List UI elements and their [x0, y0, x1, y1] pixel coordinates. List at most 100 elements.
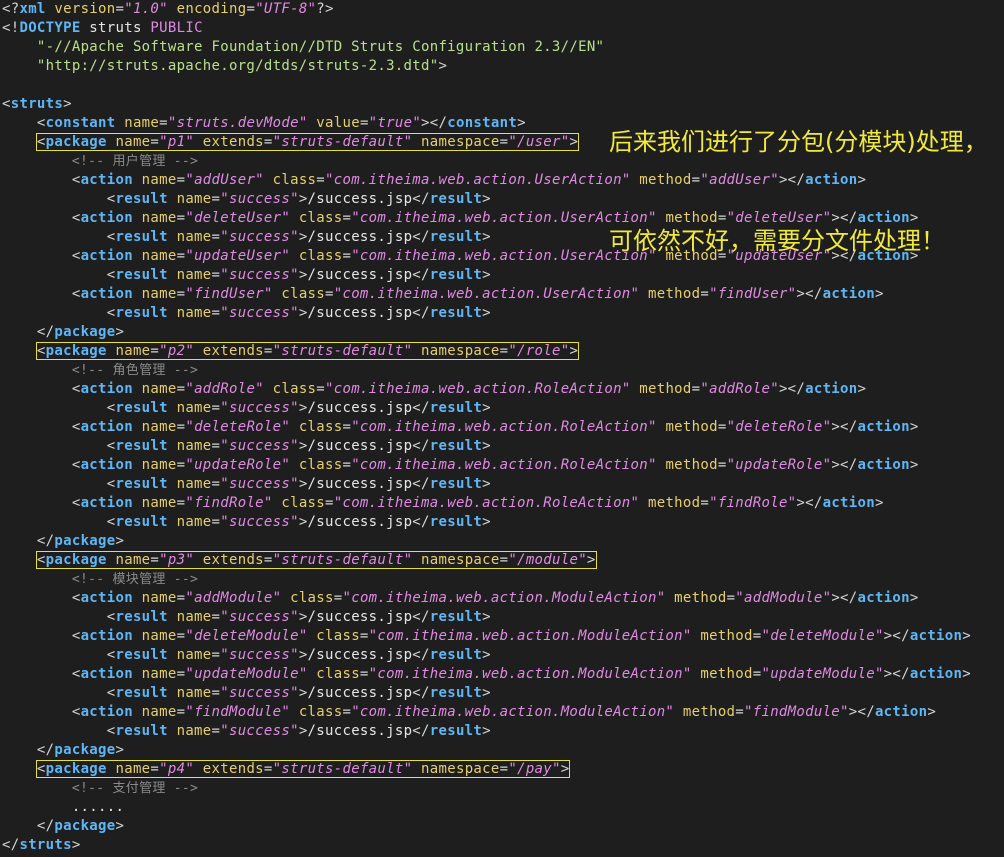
package-highlight-box: <package name="p2" extends="struts-defau…	[35, 342, 580, 360]
code-token-attr: name	[132, 419, 177, 435]
code-token-punc: >	[298, 267, 308, 283]
code-token-attr: name	[167, 229, 212, 245]
code-token-val: "com.itheima.web.action.RoleAction"	[333, 495, 640, 511]
code-token-val: "success"	[220, 229, 299, 245]
code-token-punc: </	[412, 267, 430, 283]
code-token-punc: </	[412, 229, 430, 245]
code-token-tag: action	[80, 210, 133, 226]
code-token-attr: namespace	[412, 134, 500, 150]
code-token-attr: extends	[194, 761, 264, 777]
code-line: <!DOCTYPE struts PUBLIC	[2, 19, 203, 38]
code-line: <result name="success">/success.jsp</res…	[2, 304, 491, 323]
code-token-val: "com.itheima.web.action.RoleAction"	[325, 381, 631, 397]
code-token-punc: =	[325, 495, 334, 511]
code-token-tag: struts	[10, 96, 64, 112]
code-token-val: "deleteUser"	[185, 210, 291, 226]
code-token-attr: method	[665, 590, 727, 606]
code-token-val: "com.itheima.web.action.UserAction"	[333, 286, 640, 302]
code-token-attr: name	[132, 457, 177, 473]
code-token-attr: namespace	[412, 552, 500, 568]
code-token-tag: action	[80, 248, 133, 264]
code-line: <?xml version="1.0" encoding="UTF-8"?>	[2, 0, 334, 19]
code-line: <!-- 角色管理 -->	[2, 361, 198, 380]
code-token-punc: >	[298, 438, 308, 454]
code-token-val: "deleteModule"	[185, 628, 308, 644]
code-token-val: "findModule"	[744, 704, 849, 720]
code-token-punc: </	[36, 533, 55, 549]
code-token-tag: action	[80, 286, 133, 302]
code-line: <result name="success">/success.jsp</res…	[2, 266, 491, 285]
code-token-punc: >	[298, 305, 308, 321]
code-token-tag: action	[80, 590, 133, 606]
code-token-tag: result	[115, 514, 168, 530]
code-token-attr: method	[656, 419, 718, 435]
code-token-tag: result	[115, 438, 168, 454]
code-token-tag: result	[115, 609, 168, 625]
code-token-punc: =	[211, 476, 221, 492]
code-token-attr: name	[167, 305, 212, 321]
code-token-val: "findModule"	[185, 704, 291, 720]
code-token-dq: "http://struts.apache.org/dtds/struts-2.…	[36, 58, 439, 74]
code-token-tag: result	[115, 476, 168, 492]
code-token-attr: name	[132, 381, 177, 397]
code-token-punc: >	[569, 134, 579, 150]
code-line: <struts>	[2, 95, 72, 114]
code-token-val: "com.itheima.web.action.RoleAction"	[351, 419, 657, 435]
code-token-tag: action	[80, 628, 133, 644]
code-line: <package name="p4" extends="struts-defau…	[2, 760, 571, 779]
code-token-punc: >	[298, 609, 308, 625]
code-token-punc: =	[359, 628, 369, 644]
code-token-punc: <	[36, 761, 46, 777]
code-token-tag: result	[115, 229, 168, 245]
code-line: <package name="p2" extends="struts-defau…	[2, 342, 580, 361]
code-token-val: "success"	[220, 267, 299, 283]
code-token-punc: </	[412, 723, 430, 739]
code-token-punc: >	[298, 229, 308, 245]
code-token-tag: result	[429, 438, 483, 454]
code-token-punc: =	[342, 457, 352, 473]
code-token-punc: >	[482, 723, 491, 739]
code-token-tag: action	[909, 666, 963, 682]
code-token-punc: =	[316, 172, 326, 188]
code-token-attr: method	[639, 495, 701, 511]
code-token-punc: =	[211, 438, 221, 454]
code-line: <action name="findRole" class="com.ithei…	[2, 494, 884, 513]
code-token-text: /success.jsp	[307, 267, 413, 283]
code-token-tag: package	[45, 343, 107, 359]
code-token-tag: action	[80, 704, 133, 720]
code-token-punc: >	[874, 495, 884, 511]
code-token-punc: ></	[883, 666, 910, 682]
code-token-punc: </	[412, 476, 430, 492]
code-token-val: "success"	[220, 400, 299, 416]
code-token-comment: <!-- 模块管理 -->	[71, 572, 199, 587]
code-token-attr: class	[290, 210, 343, 226]
code-token-val: "struts.devMode"	[167, 115, 308, 131]
code-token-punc: =	[316, 381, 326, 397]
code-token-attr: method	[674, 704, 736, 720]
code-token-tag: result	[429, 191, 483, 207]
code-line: "-//Apache Software Foundation//DTD Stru…	[2, 38, 604, 57]
code-token-punc: =	[211, 647, 221, 663]
code-token-punc: >	[560, 761, 570, 777]
code-token-punc: =	[342, 419, 352, 435]
code-line: <action name="updateRole" class="com.ith…	[2, 456, 919, 475]
code-token-punc: </	[412, 609, 430, 625]
code-token-tag: result	[115, 267, 168, 283]
code-token-punc: >	[857, 381, 867, 397]
code-token-tag: action	[822, 495, 875, 511]
code-token-tag: constant	[447, 115, 518, 131]
code-line: <!-- 支付管理 -->	[2, 779, 198, 798]
code-token-tag: result	[115, 723, 168, 739]
code-token-punc: >	[482, 685, 491, 701]
code-token-punc: >	[438, 58, 448, 74]
code-token-attr: name	[132, 172, 177, 188]
code-token-punc: <	[71, 210, 81, 226]
